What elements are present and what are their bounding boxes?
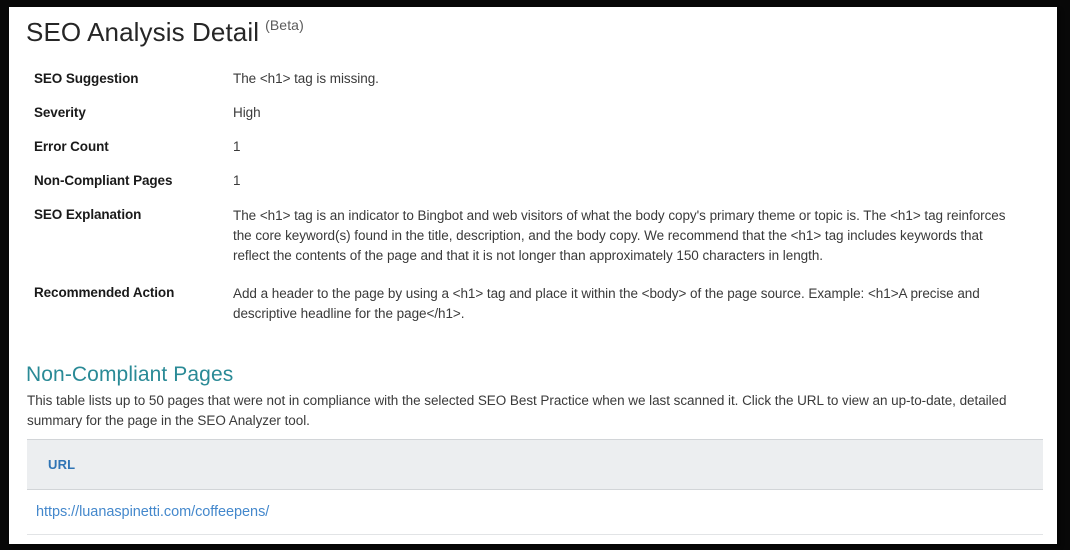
detail-row: Non-Compliant Pages 1 [9, 172, 1057, 189]
screenshot-frame: SEO Analysis Detail (Beta) SEO Suggestion… [0, 0, 1070, 550]
detail-label: Non-Compliant Pages [34, 173, 173, 188]
page-url-link[interactable]: https://luanaspinetti.com/coffeepens/ [36, 504, 269, 520]
detail-row: SEO Suggestion The <h1> tag is missing. [9, 70, 1057, 87]
detail-list: SEO Suggestion The <h1> tag is missing. … [9, 70, 1057, 341]
page-title-block: SEO Analysis Detail (Beta) [26, 17, 304, 46]
page-title: SEO Analysis Detail [26, 17, 260, 47]
detail-row: Error Count 1 [9, 138, 1057, 155]
table-row: https://luanaspinetti.com/coffeepens/ [27, 489, 1043, 535]
table-head: URL [27, 439, 1043, 490]
table-body: https://luanaspinetti.com/coffeepens/ [27, 489, 1043, 535]
detail-label: SEO Suggestion [34, 71, 139, 86]
column-header-url[interactable]: URL [27, 439, 1043, 490]
detail-value: Add a header to the page by using a <h1>… [233, 286, 980, 321]
detail-label: Severity [34, 105, 86, 120]
detail-label: SEO Explanation [34, 207, 142, 222]
table-header-row: URL [27, 439, 1043, 490]
detail-row: SEO Explanation The <h1> tag is an indic… [9, 206, 1057, 266]
table-cell-url: https://luanaspinetti.com/coffeepens/ [27, 489, 1043, 535]
detail-value: The <h1> tag is an indicator to Bingbot … [233, 208, 1006, 263]
seo-analysis-card: SEO Analysis Detail (Beta) SEO Suggestion… [9, 7, 1057, 544]
detail-value: 1 [233, 139, 241, 154]
detail-value: 1 [233, 173, 241, 188]
beta-badge: (Beta) [265, 17, 304, 33]
non-compliant-pages-table: URL https://luanaspinetti.com/coffeepens… [27, 439, 1043, 535]
detail-row: Severity High [9, 104, 1057, 121]
section-description: This table lists up to 50 pages that wer… [27, 393, 1007, 428]
detail-row: Recommended Action Add a header to the p… [9, 284, 1057, 324]
detail-label: Recommended Action [34, 285, 175, 300]
detail-value: The <h1> tag is missing. [233, 71, 379, 86]
detail-value: High [233, 105, 261, 120]
section-heading: Non-Compliant Pages [26, 363, 234, 386]
detail-label: Error Count [34, 139, 109, 154]
